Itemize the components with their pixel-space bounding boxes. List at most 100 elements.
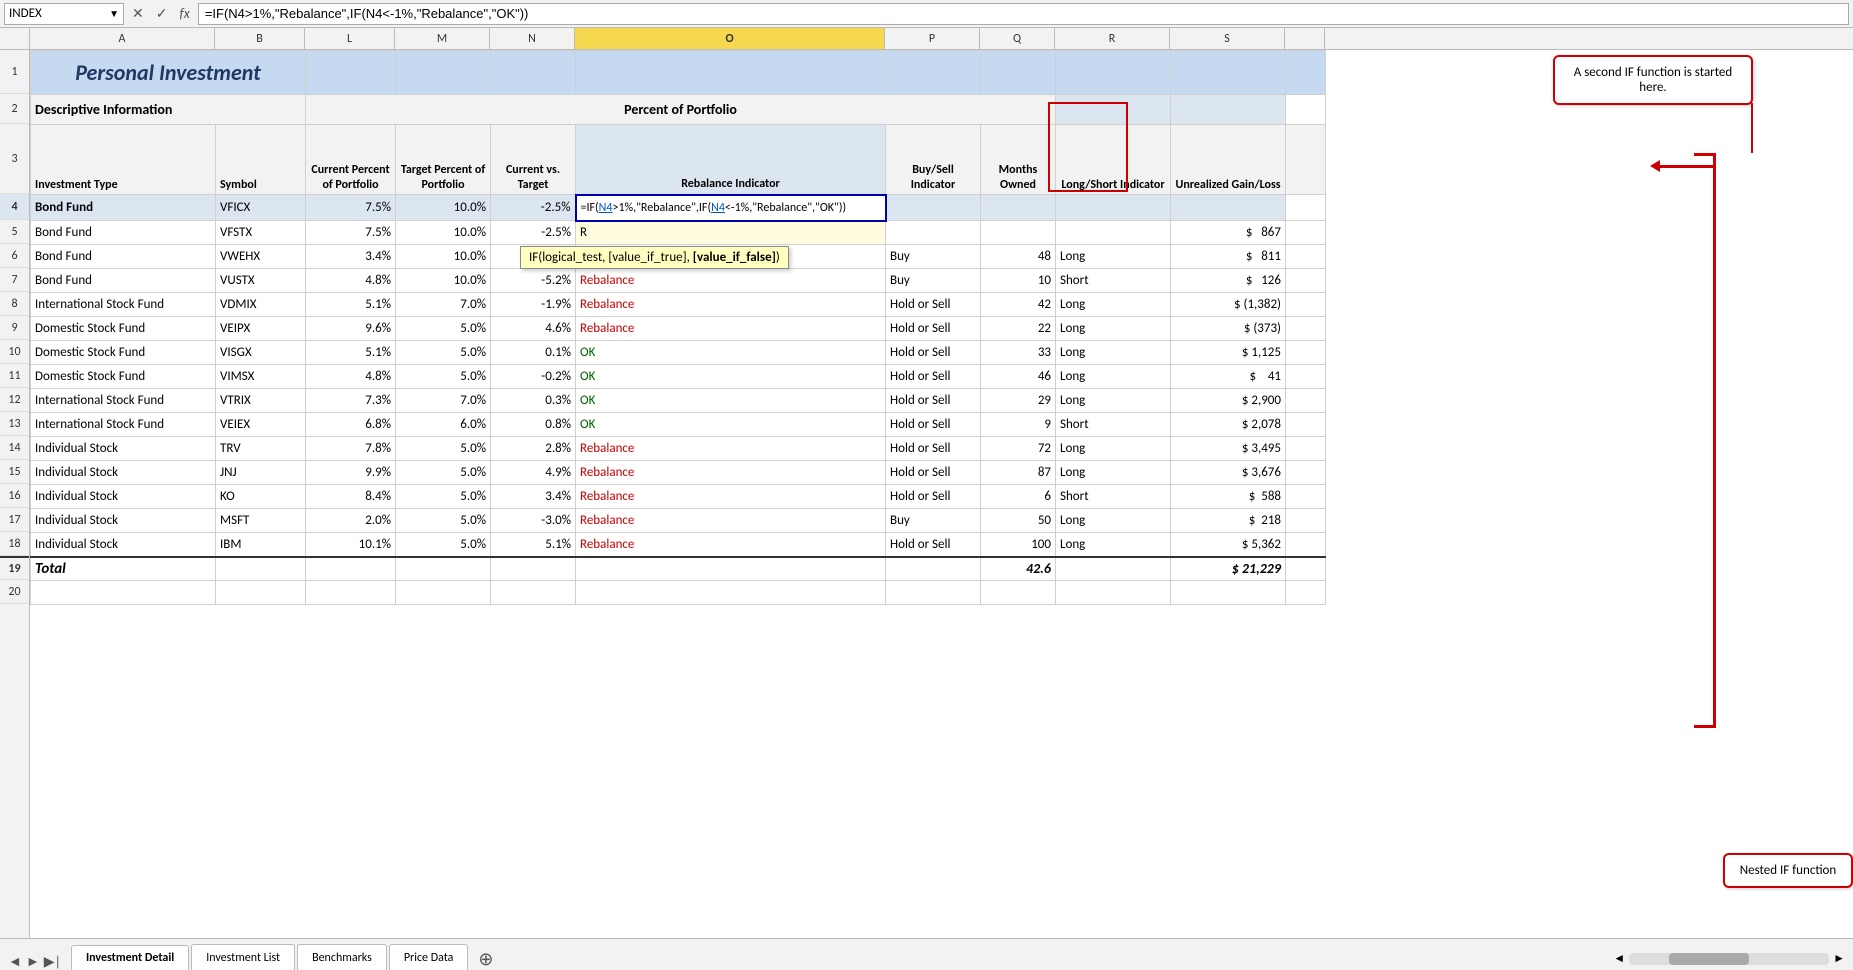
cell-8L[interactable]: 5.1%: [306, 293, 396, 317]
cell-17N[interactable]: -3.0%: [491, 509, 576, 533]
cell-12A[interactable]: International Stock Fund: [31, 389, 216, 413]
row-num-6[interactable]: 6: [0, 244, 29, 268]
cell-13L[interactable]: 6.8%: [306, 413, 396, 437]
cell-7L[interactable]: 4.8%: [306, 269, 396, 293]
cell-6A[interactable]: Bond Fund: [31, 245, 216, 269]
cell-13B[interactable]: VEIEX: [216, 413, 306, 437]
cell-13O[interactable]: OK: [576, 413, 886, 437]
cell-10Q[interactable]: 33: [981, 341, 1056, 365]
tab-next-icon[interactable]: ►: [26, 953, 40, 970]
scrollbar-track[interactable]: [1629, 953, 1829, 965]
tab-investment-list[interactable]: Investment List: [191, 944, 295, 970]
row-num-19[interactable]: 19: [0, 556, 29, 580]
row-num-17[interactable]: 17: [0, 508, 29, 532]
cell-16R[interactable]: Short: [1056, 485, 1171, 509]
cell-9P[interactable]: Hold or Sell: [886, 317, 981, 341]
cell-10B[interactable]: VISGX: [216, 341, 306, 365]
cell-7P[interactable]: Buy: [886, 269, 981, 293]
col-header-N[interactable]: N: [490, 28, 575, 49]
tab-investment-detail[interactable]: Investment Detail: [71, 945, 189, 970]
new-sheet-button[interactable]: ⊕: [470, 948, 501, 970]
cell-9O[interactable]: Rebalance: [576, 317, 886, 341]
cell-11L[interactable]: 4.8%: [306, 365, 396, 389]
cell-6P[interactable]: Buy: [886, 245, 981, 269]
cell-9A[interactable]: Domestic Stock Fund: [31, 317, 216, 341]
cell-17M[interactable]: 5.0%: [396, 509, 491, 533]
cell-15O[interactable]: Rebalance: [576, 461, 886, 485]
cell-5L[interactable]: 7.5%: [306, 221, 396, 245]
cell-9N[interactable]: 4.6%: [491, 317, 576, 341]
cell-14Q[interactable]: 72: [981, 437, 1056, 461]
cell-14R[interactable]: Long: [1056, 437, 1171, 461]
row-num-20[interactable]: 20: [0, 580, 29, 604]
cell-12S[interactable]: $ 2,900: [1171, 389, 1286, 413]
cell-6Q[interactable]: 48: [981, 245, 1056, 269]
cell-8O[interactable]: Rebalance: [576, 293, 886, 317]
cell-6L[interactable]: 3.4%: [306, 245, 396, 269]
row-num-3[interactable]: 3: [0, 124, 29, 194]
cell-15R[interactable]: Long: [1056, 461, 1171, 485]
tab-price-data[interactable]: Price Data: [389, 944, 469, 970]
cell-7R[interactable]: Short: [1056, 269, 1171, 293]
name-box-arrow[interactable]: ▼: [109, 7, 119, 20]
cell-4M[interactable]: 10.0%: [396, 195, 491, 221]
row-num-16[interactable]: 16: [0, 484, 29, 508]
col-header-L[interactable]: L: [305, 28, 395, 49]
cell-16S[interactable]: $ 588: [1171, 485, 1286, 509]
cell-12R[interactable]: Long: [1056, 389, 1171, 413]
cell-20N[interactable]: [491, 581, 576, 605]
cell-18S[interactable]: $ 5,362: [1171, 533, 1286, 557]
cell-15A[interactable]: Individual Stock: [31, 461, 216, 485]
cell-20R[interactable]: [1056, 581, 1171, 605]
cell-12Q[interactable]: 29: [981, 389, 1056, 413]
cell-9Q[interactable]: 22: [981, 317, 1056, 341]
cell-5S[interactable]: $ 867: [1171, 221, 1286, 245]
cell-20L[interactable]: [306, 581, 396, 605]
cell-8R[interactable]: Long: [1056, 293, 1171, 317]
cell-9S[interactable]: $ (373): [1171, 317, 1286, 341]
cell-4N[interactable]: -2.5%: [491, 195, 576, 221]
row-num-18[interactable]: 18: [0, 532, 29, 556]
cell-7B[interactable]: VUSTX: [216, 269, 306, 293]
col-header-extra[interactable]: [1285, 28, 1325, 49]
cell-11N[interactable]: -0.2%: [491, 365, 576, 389]
confirm-icon[interactable]: ✓: [152, 3, 172, 24]
col-header-A[interactable]: A: [30, 28, 215, 49]
row-num-8[interactable]: 8: [0, 292, 29, 316]
cell-4O[interactable]: =IF(N4>1%,"Rebalance",IF(N4<-1%,"Rebalan…: [576, 195, 886, 221]
cell-17O[interactable]: Rebalance: [576, 509, 886, 533]
cell-13A[interactable]: International Stock Fund: [31, 413, 216, 437]
cell-5N[interactable]: -2.5%: [491, 221, 576, 245]
cell-7A[interactable]: Bond Fund: [31, 269, 216, 293]
cell-20P[interactable]: [886, 581, 981, 605]
cell-17S[interactable]: $ 218: [1171, 509, 1286, 533]
cell-12B[interactable]: VTRIX: [216, 389, 306, 413]
cell-14S[interactable]: $ 3,495: [1171, 437, 1286, 461]
cell-18R[interactable]: Long: [1056, 533, 1171, 557]
cell-8Q[interactable]: 42: [981, 293, 1056, 317]
row-num-9[interactable]: 9: [0, 316, 29, 340]
cell-12P[interactable]: Hold or Sell: [886, 389, 981, 413]
cell-12O[interactable]: OK: [576, 389, 886, 413]
row-num-11[interactable]: 11: [0, 364, 29, 388]
cell-14O[interactable]: Rebalance: [576, 437, 886, 461]
formula-input[interactable]: [198, 3, 1849, 25]
cell-18Q[interactable]: 100: [981, 533, 1056, 557]
cell-16Q[interactable]: 6: [981, 485, 1056, 509]
col-header-S[interactable]: S: [1170, 28, 1285, 49]
cell-18O[interactable]: Rebalance: [576, 533, 886, 557]
cell-6B[interactable]: VWEHX: [216, 245, 306, 269]
cell-15B[interactable]: JNJ: [216, 461, 306, 485]
cell-10S[interactable]: $ 1,125: [1171, 341, 1286, 365]
row-num-13[interactable]: 13: [0, 412, 29, 436]
cell-11M[interactable]: 5.0%: [396, 365, 491, 389]
cell-6S[interactable]: $ 811: [1171, 245, 1286, 269]
cell-11A[interactable]: Domestic Stock Fund: [31, 365, 216, 389]
cell-9B[interactable]: VEIPX: [216, 317, 306, 341]
cell-4L[interactable]: 7.5%: [306, 195, 396, 221]
cell-14M[interactable]: 5.0%: [396, 437, 491, 461]
cell-4B[interactable]: VFICX: [216, 195, 306, 221]
cell-17R[interactable]: Long: [1056, 509, 1171, 533]
row-num-12[interactable]: 12: [0, 388, 29, 412]
cell-5A[interactable]: Bond Fund: [31, 221, 216, 245]
